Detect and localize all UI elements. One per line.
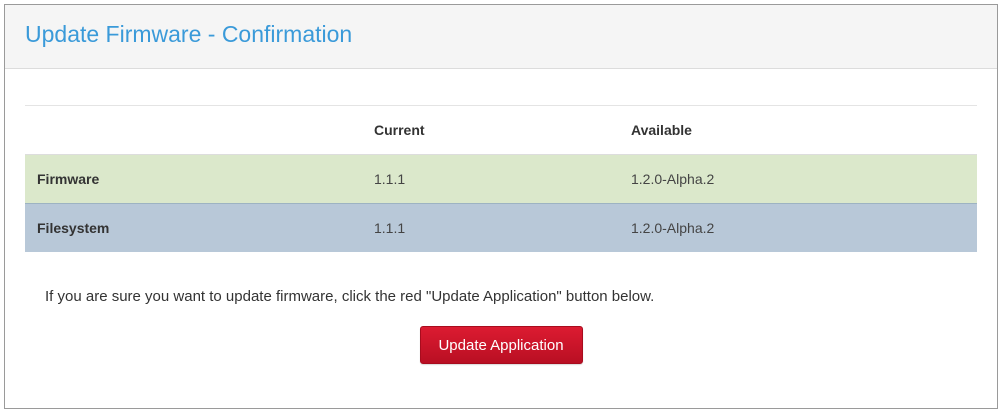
- panel-body: Current Available Firmware 1.1.1 1.2.0-A…: [5, 69, 997, 364]
- column-header-available: Available: [619, 105, 977, 155]
- column-header-label: [25, 105, 362, 155]
- column-header-current: Current: [362, 105, 619, 155]
- available-version: 1.2.0-Alpha.2: [619, 154, 977, 204]
- button-row: Update Application: [25, 326, 977, 364]
- table-row-firmware: Firmware 1.1.1 1.2.0-Alpha.2: [25, 154, 977, 204]
- available-version: 1.2.0-Alpha.2: [619, 203, 977, 252]
- current-version: 1.1.1: [362, 154, 619, 204]
- page-title: Update Firmware - Confirmation: [25, 21, 353, 47]
- update-application-button[interactable]: Update Application: [419, 326, 583, 364]
- row-label: Filesystem: [25, 203, 362, 252]
- row-label: Firmware: [25, 154, 362, 204]
- panel-header: Update Firmware - Confirmation: [5, 5, 997, 69]
- version-table: Current Available Firmware 1.1.1 1.2.0-A…: [25, 105, 977, 252]
- confirmation-message: If you are sure you want to update firmw…: [45, 288, 655, 305]
- current-version: 1.1.1: [362, 203, 619, 252]
- confirmation-panel: Update Firmware - Confirmation Current A…: [4, 4, 998, 409]
- table-header-row: Current Available: [25, 105, 977, 155]
- table-row-filesystem: Filesystem 1.1.1 1.2.0-Alpha.2: [25, 203, 977, 252]
